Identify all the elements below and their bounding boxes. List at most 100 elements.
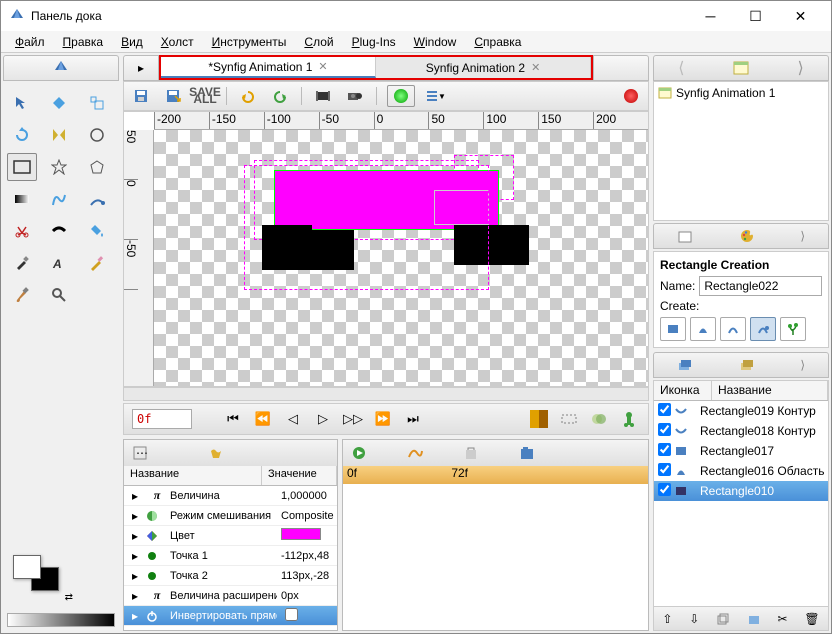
create-advanced-outline-button[interactable]: [720, 317, 746, 341]
canvas-scrollbar-h[interactable]: [123, 387, 649, 401]
params-tab-icon[interactable]: ⋯: [132, 445, 148, 461]
loop-button[interactable]: [528, 408, 550, 430]
nav-prev-button[interactable]: ⟨: [678, 58, 684, 78]
render-button[interactable]: [344, 85, 366, 107]
library-tab-icon[interactable]: [739, 357, 755, 373]
tool-gradient[interactable]: [7, 185, 37, 213]
sets-tab-icon[interactable]: [519, 445, 535, 461]
nav-more-icon[interactable]: ⟩: [800, 358, 805, 372]
curves-tab-icon[interactable]: [407, 445, 423, 461]
param-header-value[interactable]: Значение: [262, 466, 337, 485]
close-icon[interactable]: ✕: [531, 61, 540, 74]
preview-button[interactable]: [312, 85, 334, 107]
param-header-name[interactable]: Название: [124, 466, 262, 485]
layers-tab-icon[interactable]: [677, 357, 693, 373]
seek-start-button[interactable]: ⏮: [222, 408, 244, 430]
nav-next-button[interactable]: ⟩: [798, 58, 804, 78]
palette-icon[interactable]: [739, 228, 755, 244]
fill-color[interactable]: [13, 555, 41, 579]
keyframes-tab-icon[interactable]: [208, 445, 224, 461]
layer-header-name[interactable]: Название: [712, 381, 828, 400]
expand-icon[interactable]: ▸: [124, 549, 146, 563]
layer-visible-checkbox[interactable]: [654, 443, 674, 459]
layer-delete-button[interactable]: 🗑: [804, 612, 819, 626]
timeline-body[interactable]: [343, 484, 648, 630]
layer-visible-checkbox[interactable]: [654, 403, 674, 419]
create-region-button[interactable]: [660, 317, 686, 341]
timetrack-tab-icon[interactable]: [351, 445, 367, 461]
param-row[interactable]: ▸Точка 1-112px,48: [124, 546, 337, 566]
tool-rectangle[interactable]: [7, 153, 37, 181]
param-value[interactable]: 113px,-28: [277, 570, 337, 582]
tool-smooth-move[interactable]: [44, 89, 74, 117]
expand-icon[interactable]: ▸: [124, 589, 146, 603]
viewport[interactable]: [154, 130, 648, 386]
animate-mode-button[interactable]: [620, 85, 642, 107]
layer-new-icon[interactable]: [677, 228, 693, 244]
layer-row[interactable]: Rectangle019 Контур: [654, 401, 828, 421]
menu-canvas[interactable]: Холст: [153, 33, 202, 51]
tool-zoom[interactable]: [44, 281, 74, 309]
menu-help[interactable]: Справка: [466, 33, 529, 51]
onion-skin-button[interactable]: [588, 408, 610, 430]
param-value[interactable]: [277, 608, 337, 624]
tool-draw[interactable]: [82, 185, 112, 213]
tool-brush[interactable]: [7, 281, 37, 309]
tool-scale[interactable]: [82, 89, 112, 117]
save-all-button[interactable]: SAVE ALL: [194, 85, 216, 107]
layer-visible-checkbox[interactable]: [654, 423, 674, 439]
options-dropdown[interactable]: ▼: [425, 85, 447, 107]
keyframe-lock-button[interactable]: [618, 408, 640, 430]
tool-cutout[interactable]: [7, 217, 37, 245]
menu-edit[interactable]: Правка: [55, 33, 112, 51]
layer-name-input[interactable]: [699, 276, 822, 296]
tool-polygon[interactable]: [82, 153, 112, 181]
close-icon[interactable]: ✕: [318, 60, 327, 73]
layer-group-button[interactable]: [747, 612, 761, 626]
menu-view[interactable]: Вид: [113, 33, 151, 51]
expand-icon[interactable]: ▸: [124, 529, 146, 543]
tool-transform[interactable]: [7, 89, 37, 117]
param-row[interactable]: ▸Цвет: [124, 526, 337, 546]
layer-duplicate-button[interactable]: [716, 612, 730, 626]
seek-prev-kf-button[interactable]: ⏪: [252, 408, 274, 430]
expand-icon[interactable]: ▸: [124, 489, 146, 503]
tool-width[interactable]: [44, 217, 74, 245]
create-curve-gradient-button[interactable]: [750, 317, 776, 341]
layer-cut-button[interactable]: ✂: [778, 612, 788, 626]
seek-prev-frame-button[interactable]: ◁: [282, 408, 304, 430]
layer-row[interactable]: Rectangle017: [654, 441, 828, 461]
param-row[interactable]: ▸Инвертировать прямоугольник: [124, 606, 337, 626]
layer-row[interactable]: Rectangle010: [654, 481, 828, 501]
caret-icon[interactable]: ▸: [123, 55, 159, 81]
layer-header-icon[interactable]: Иконка: [654, 381, 712, 400]
tool-star[interactable]: [44, 153, 74, 181]
tool-eyedrop[interactable]: [7, 249, 37, 277]
tab-synfig-animation-1[interactable]: *Synfig Animation 1 ✕: [161, 57, 376, 78]
expand-icon[interactable]: ▸: [124, 569, 146, 583]
tool-sketch[interactable]: [82, 249, 112, 277]
create-plant-button[interactable]: [780, 317, 806, 341]
save-as-button[interactable]: [162, 85, 184, 107]
tool-spline[interactable]: [44, 185, 74, 213]
layer-row[interactable]: Rectangle018 Контур: [654, 421, 828, 441]
tool-mirror[interactable]: [44, 121, 74, 149]
param-value[interactable]: 1,000000: [277, 490, 337, 502]
param-value[interactable]: -112px,48: [277, 550, 337, 562]
param-row[interactable]: ▸Точка 2113px,-28: [124, 566, 337, 586]
preview-quality-button[interactable]: [387, 85, 415, 107]
play-button[interactable]: ▷: [312, 408, 334, 430]
canvas-viewport[interactable]: -200 -150 -100 -50 0 50 100 150 200 50 0…: [123, 111, 649, 387]
tool-fill[interactable]: [82, 217, 112, 245]
canvas-list[interactable]: Synfig Animation 1: [653, 81, 829, 221]
tab-overflow[interactable]: [593, 55, 649, 81]
param-value[interactable]: 0px: [277, 590, 337, 602]
layer-lower-button[interactable]: ⇩: [689, 612, 699, 626]
param-value[interactable]: [277, 528, 337, 543]
layer-raise-button[interactable]: ⇧: [662, 612, 672, 626]
layer-visible-checkbox[interactable]: [654, 483, 674, 499]
param-value[interactable]: Composite: [277, 510, 337, 522]
seek-next-kf-button[interactable]: ⏩: [372, 408, 394, 430]
expand-icon[interactable]: ▸: [124, 509, 146, 523]
create-outline-button[interactable]: [690, 317, 716, 341]
